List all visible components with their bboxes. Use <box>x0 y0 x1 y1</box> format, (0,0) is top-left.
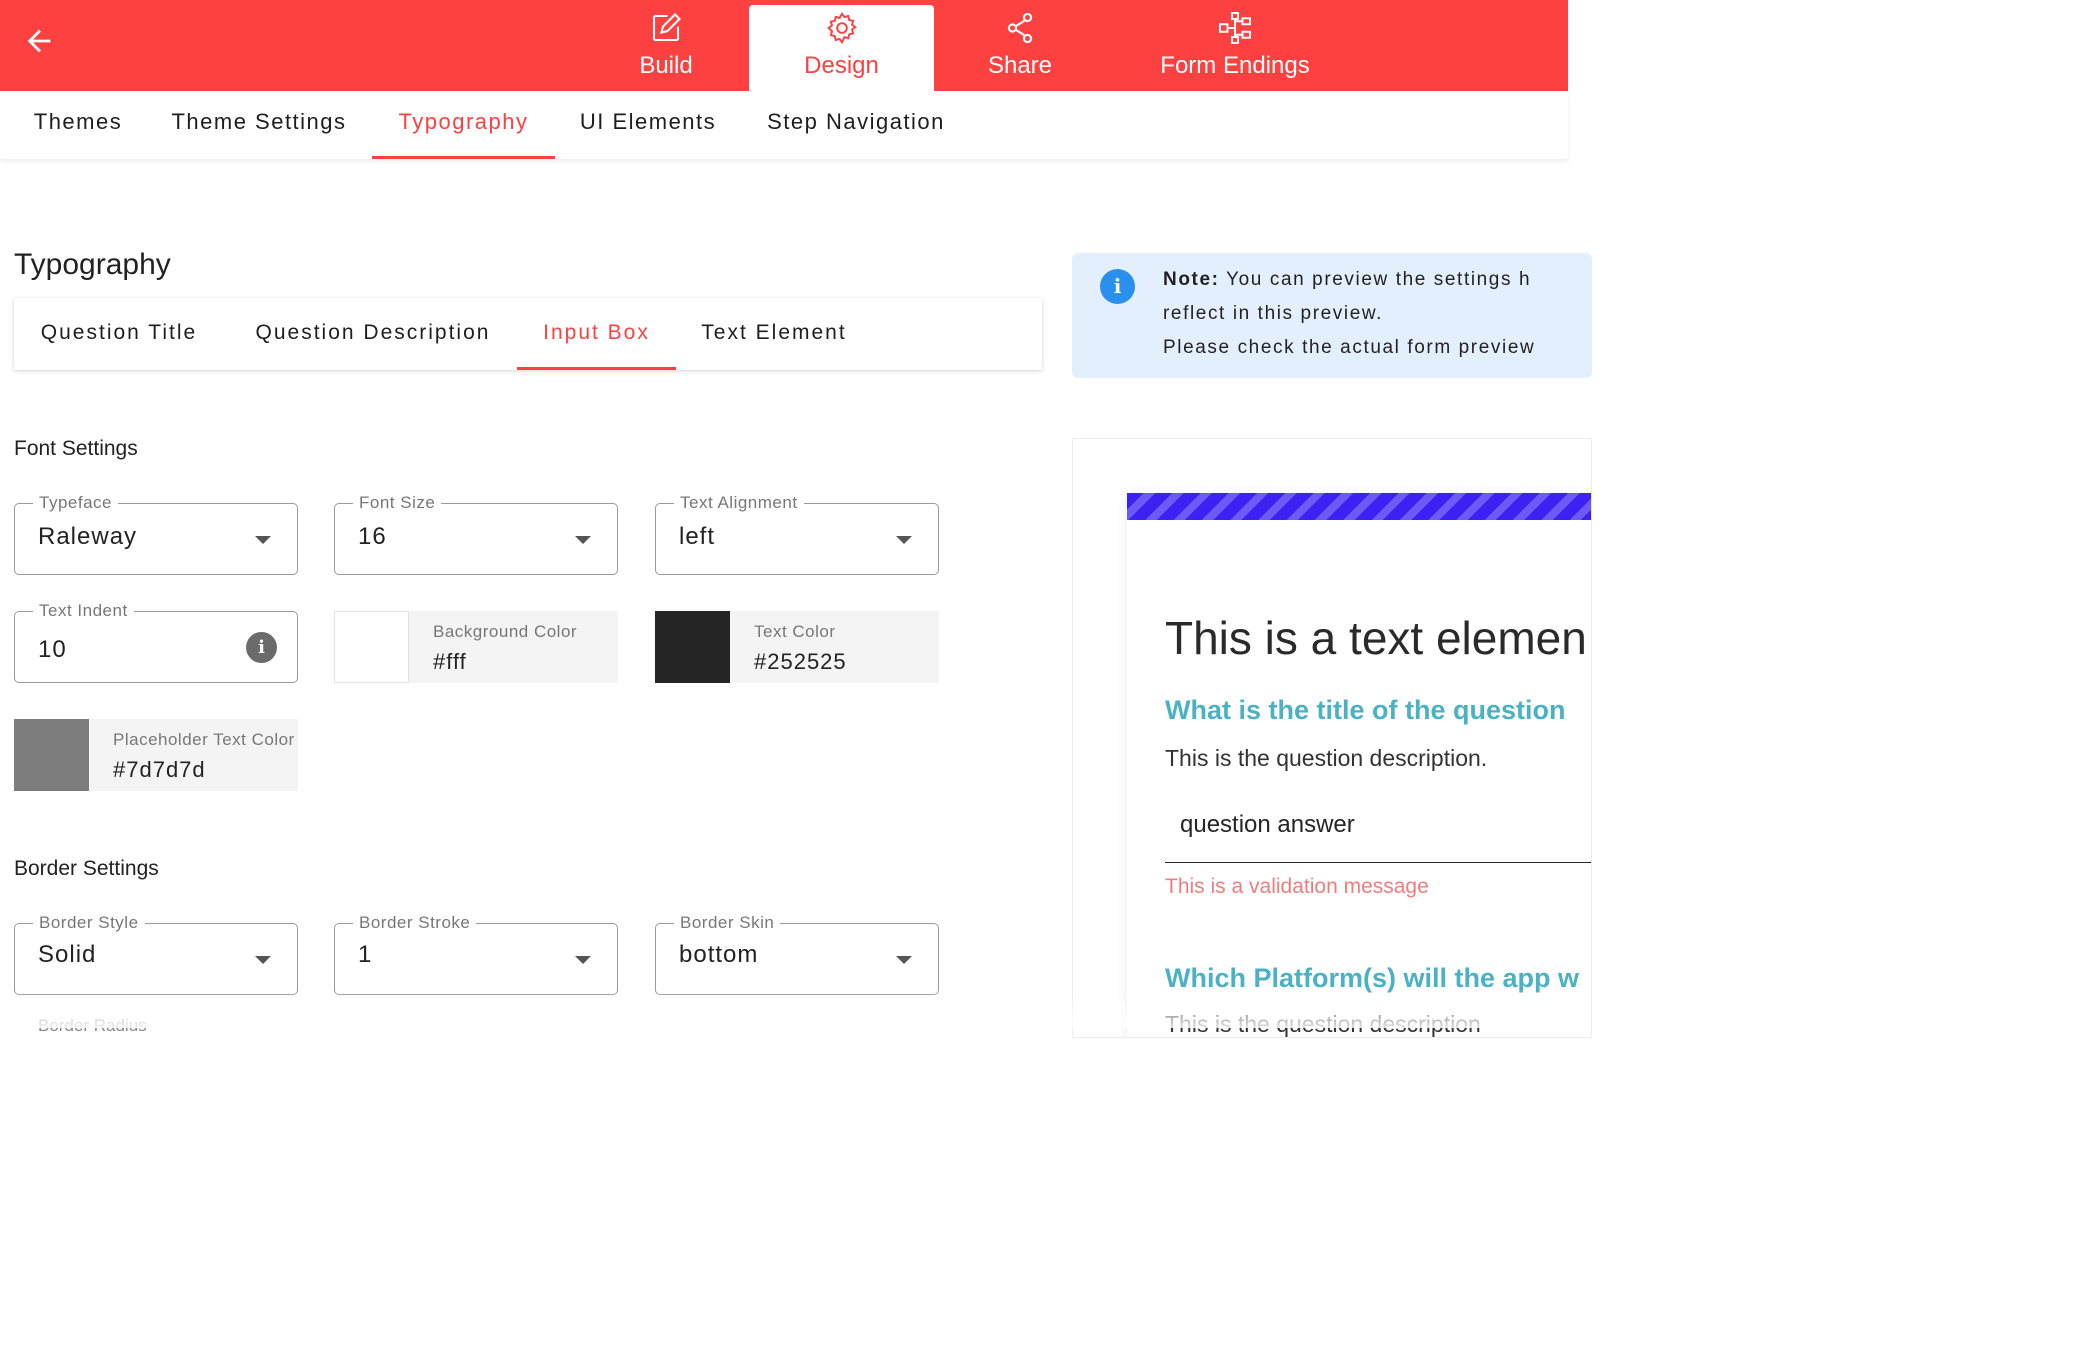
field-label: Typeface <box>33 493 118 513</box>
field-label: Border Style <box>33 913 145 933</box>
field-value: bottom <box>679 941 759 968</box>
field-value: #fff <box>433 649 467 674</box>
tab-build[interactable]: Build <box>600 0 732 91</box>
field-value: Raleway <box>38 523 138 550</box>
field-value: Solid <box>38 941 97 968</box>
field-label: Border Stroke <box>353 913 477 933</box>
tab-label: Design <box>804 52 879 79</box>
tab-question-title[interactable]: Question Title <box>26 298 212 370</box>
preview-question-title: Which Platform(s) will the app w <box>1165 963 1580 993</box>
preview-question-description: This is the question description. <box>1165 745 1488 771</box>
field-value: left <box>679 523 716 550</box>
text-color-picker[interactable]: Text Color #252525 <box>655 611 939 683</box>
color-swatch[interactable] <box>14 719 89 791</box>
note-line: reflect in this preview. <box>1163 303 1384 324</box>
preview-note: i Note: You can preview the settings h r… <box>1072 253 1592 378</box>
preview-answer-input[interactable]: question answer <box>1165 793 1591 863</box>
field-value: 10 <box>38 636 67 663</box>
form-preview-card: This is a text elemen What is the title … <box>1127 493 1591 1037</box>
tab-share[interactable]: Share <box>955 0 1085 91</box>
text-indent-input[interactable]: Text Indent 10 i <box>14 601 298 683</box>
info-icon: i <box>1100 269 1135 304</box>
subtab-theme-settings[interactable]: Theme Settings <box>160 91 358 159</box>
sitemap-icon <box>1217 10 1253 46</box>
edit-icon <box>648 10 684 46</box>
tab-label: Build <box>639 52 693 79</box>
border-radius-label: Border Radius <box>38 1016 147 1035</box>
typeface-select[interactable]: Typeface Raleway <box>14 493 298 575</box>
color-swatch[interactable] <box>334 611 409 683</box>
preview-validation-message: This is a validation message <box>1165 875 1429 898</box>
back-arrow-icon[interactable] <box>22 24 56 58</box>
tab-form-endings[interactable]: Form Endings <box>1140 0 1330 91</box>
preview-question-title: What is the title of the question <box>1165 695 1566 725</box>
font-settings-heading: Font Settings <box>14 437 138 460</box>
design-subnav: Themes Theme Settings Typography UI Elem… <box>0 91 1568 159</box>
gear-icon <box>824 10 860 46</box>
field-label: Border Skin <box>674 913 781 933</box>
field-value: 1 <box>358 941 373 968</box>
caret-down-icon <box>255 956 271 964</box>
field-label: Font Size <box>353 493 442 513</box>
field-value: 16 <box>358 523 387 550</box>
caret-down-icon <box>896 536 912 544</box>
tab-design[interactable]: Design <box>749 5 934 91</box>
preview-text-element: This is a text elemen <box>1165 612 1587 664</box>
preview-question-description: This is the question description <box>1165 1011 1481 1037</box>
share-icon <box>1002 10 1038 46</box>
progress-stripe <box>1127 493 1591 520</box>
border-skin-select[interactable]: Border Skin bottom <box>655 913 939 995</box>
subtab-themes[interactable]: Themes <box>22 91 134 159</box>
caret-down-icon <box>575 956 591 964</box>
placeholder-text-color-picker[interactable]: Placeholder Text Color #7d7d7d <box>14 719 298 791</box>
field-label: Text Alignment <box>674 493 804 513</box>
field-label: Text Color <box>754 622 836 641</box>
subtab-ui-elements[interactable]: UI Elements <box>570 91 726 159</box>
font-size-select[interactable]: Font Size 16 <box>334 493 618 575</box>
subtab-step-navigation[interactable]: Step Navigation <box>754 91 958 159</box>
field-value: #252525 <box>754 649 847 674</box>
color-swatch[interactable] <box>655 611 730 683</box>
border-stroke-select[interactable]: Border Stroke 1 <box>334 913 618 995</box>
border-settings-heading: Border Settings <box>14 857 159 880</box>
tab-label: Form Endings <box>1160 52 1310 79</box>
border-style-select[interactable]: Border Style Solid <box>14 913 298 995</box>
form-preview-panel: This is a text elemen What is the title … <box>1072 438 1592 1038</box>
field-value: #7d7d7d <box>113 757 206 782</box>
typography-tabs: Question Title Question Description Inpu… <box>14 298 1042 370</box>
field-label: Text Indent <box>33 601 134 621</box>
tab-question-description[interactable]: Question Description <box>238 298 508 370</box>
field-label: Background Color <box>433 622 578 641</box>
caret-down-icon <box>255 536 271 544</box>
text-alignment-select[interactable]: Text Alignment left <box>655 493 939 575</box>
tab-label: Share <box>987 52 1053 79</box>
note-line: Note: You can preview the settings h <box>1163 269 1532 290</box>
tab-text-element[interactable]: Text Element <box>690 298 858 370</box>
field-label: Placeholder Text Color <box>113 730 295 749</box>
caret-down-icon <box>575 536 591 544</box>
subtab-typography[interactable]: Typography <box>372 91 555 159</box>
top-navigation-bar: Build Design Share Form Endings <box>0 0 1568 91</box>
note-line: Please check the actual form preview <box>1163 337 1536 358</box>
tab-input-box[interactable]: Input Box <box>517 298 676 370</box>
info-icon[interactable]: i <box>246 632 277 663</box>
page-title: Typography <box>14 248 171 281</box>
caret-down-icon <box>896 956 912 964</box>
background-color-picker[interactable]: Background Color #fff <box>334 611 618 683</box>
